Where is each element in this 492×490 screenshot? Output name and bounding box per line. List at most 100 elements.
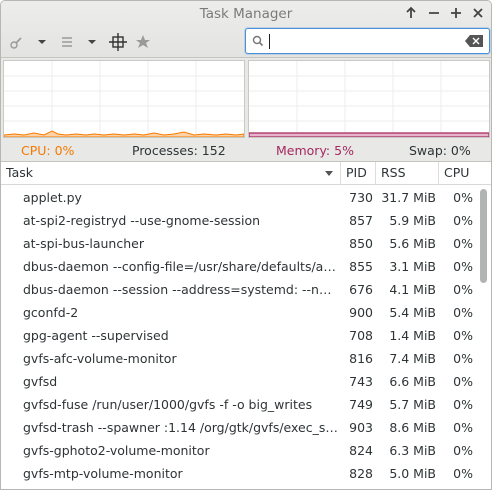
task-rss: 8.6 MiB — [389, 420, 436, 435]
search-icon — [252, 35, 264, 47]
table-row[interactable]: gvfsd-fuse /run/user/1000/gvfs -f -o big… — [1, 393, 479, 416]
table-row[interactable]: at-spi2-registryd --use-gnome-session 85… — [1, 209, 479, 232]
table-row[interactable]: dbus-daemon --session --address=systemd:… — [1, 278, 479, 301]
process-count-label: Processes: 152 — [132, 143, 226, 158]
task-rss: 1.4 MiB — [389, 328, 436, 343]
cpu-graph — [3, 60, 245, 138]
process-table: Task PID RSS CPU applet.py 730 31.7 MiB … — [1, 161, 491, 489]
keep-above-button[interactable] — [403, 5, 419, 21]
usage-graphs — [1, 58, 491, 140]
task-name: gvfs-afc-volume-monitor — [23, 351, 177, 366]
task-rss: 5.9 MiB — [389, 213, 436, 228]
memory-graph — [248, 60, 490, 138]
list-icon — [62, 37, 72, 47]
maximize-button[interactable] — [448, 5, 464, 21]
close-button[interactable] — [470, 5, 486, 21]
table-row[interactable]: applet.py 730 31.7 MiB 0% — [1, 186, 479, 209]
table-row[interactable]: gvfs-gphoto2-volume-monitor 824 6.3 MiB … — [1, 439, 479, 462]
task-rss: 4.1 MiB — [389, 282, 436, 297]
minimize-icon — [429, 12, 439, 14]
task-name: gvfsd-fuse /run/user/1000/gvfs -f -o big… — [23, 397, 313, 412]
table-row[interactable]: at-spi-bus-launcher 850 5.6 MiB 0% — [1, 232, 479, 255]
chevron-down-icon — [38, 40, 46, 44]
task-rss: 5.7 MiB — [389, 397, 436, 412]
task-manager-window: Task Manager CPU: 0% Processes: 152 Memo… — [0, 0, 492, 490]
swap-usage-label: Swap: 0% — [409, 143, 471, 158]
arrow-up-icon — [406, 6, 416, 18]
vertical-scrollbar[interactable] — [480, 189, 487, 283]
memory-graph-plot — [249, 61, 489, 137]
column-header-task[interactable]: Task — [1, 162, 341, 185]
task-name: gvfs-mtp-volume-monitor — [23, 466, 183, 481]
close-icon — [473, 8, 483, 18]
table-row[interactable]: gvfs-mtp-volume-monitor 828 5.0 MiB 0% — [1, 462, 479, 485]
memory-usage-label: Memory: 5% — [276, 143, 354, 158]
cpu-usage-label: CPU: 0% — [21, 143, 75, 158]
task-pid: 730 — [349, 190, 373, 205]
task-rss: 31.7 MiB — [381, 190, 436, 205]
text-cursor — [269, 34, 270, 49]
favorite-button[interactable] — [133, 32, 153, 52]
crosshair-icon — [109, 33, 127, 51]
task-rss: 5.6 MiB — [389, 236, 436, 251]
column-header-pid[interactable]: PID — [341, 162, 376, 185]
clear-icon[interactable] — [464, 34, 484, 48]
signal-menu-button[interactable] — [32, 32, 52, 52]
table-row[interactable]: gvfsd-trash --spawner :1.14 /org/gtk/gvf… — [1, 416, 479, 439]
task-name: gvfsd-trash --spawner :1.14 /org/gtk/gvf… — [23, 420, 338, 435]
table-row[interactable]: gpg-agent --supervised 708 1.4 MiB 0% — [1, 324, 479, 347]
task-rss: 7.4 MiB — [389, 351, 436, 366]
task-pid: 900 — [349, 305, 373, 320]
kill-process-button[interactable] — [7, 32, 27, 52]
task-name: at-spi2-registryd --use-gnome-session — [23, 213, 261, 228]
header-bar: Task Manager — [1, 1, 491, 58]
task-name: gvfsd — [23, 374, 58, 389]
cpu-graph-plot — [4, 61, 244, 137]
chevron-down-icon — [88, 40, 96, 44]
table-row[interactable]: dbus-daemon --config-file=/usr/share/def… — [1, 255, 479, 278]
task-cpu: 0% — [453, 397, 473, 412]
task-cpu: 0% — [453, 443, 473, 458]
crosshair-button[interactable] — [108, 32, 128, 52]
table-row[interactable]: gvfs-afc-volume-monitor 816 7.4 MiB 0% — [1, 347, 479, 370]
table-row[interactable]: gconfd-2 900 5.4 MiB 0% — [1, 301, 479, 324]
task-cpu: 0% — [453, 351, 473, 366]
minimize-button[interactable] — [426, 5, 442, 21]
column-header-cpu[interactable]: CPU — [439, 162, 479, 185]
task-cpu: 0% — [453, 282, 473, 297]
column-header-cpu-label: CPU — [444, 165, 470, 180]
view-dropdown-button[interactable] — [82, 32, 102, 52]
column-header-rss-label: RSS — [381, 165, 406, 180]
table-row[interactable]: gvfsd 743 6.6 MiB 0% — [1, 370, 479, 393]
task-name: gpg-agent --supervised — [23, 328, 169, 343]
task-pid: 708 — [349, 328, 373, 343]
task-cpu: 0% — [453, 374, 473, 389]
task-pid: 850 — [349, 236, 373, 251]
task-pid: 828 — [349, 466, 373, 481]
task-rss: 6.3 MiB — [389, 443, 436, 458]
task-name: applet.py — [23, 190, 82, 205]
column-header-task-label: Task — [6, 165, 33, 180]
task-cpu: 0% — [453, 328, 473, 343]
task-pid: 824 — [349, 443, 373, 458]
maximize-icon — [451, 8, 461, 18]
task-pid: 743 — [349, 374, 373, 389]
task-cpu: 0% — [453, 236, 473, 251]
view-menu-button[interactable] — [57, 32, 77, 52]
search-field[interactable] — [245, 28, 490, 54]
task-cpu: 0% — [453, 259, 473, 274]
task-rss: 3.1 MiB — [389, 259, 436, 274]
task-cpu: 0% — [453, 213, 473, 228]
task-cpu: 0% — [453, 466, 473, 481]
sort-descending-icon — [325, 171, 333, 176]
table-body: applet.py 730 31.7 MiB 0% at-spi2-regist… — [1, 186, 479, 485]
column-header-pid-label: PID — [346, 165, 367, 180]
task-cpu: 0% — [453, 305, 473, 320]
star-icon — [136, 35, 150, 48]
task-rss: 5.4 MiB — [389, 305, 436, 320]
task-name: at-spi-bus-launcher — [23, 236, 144, 251]
column-header-rss[interactable]: RSS — [376, 162, 439, 185]
task-name: gconfd-2 — [23, 305, 79, 320]
task-pid: 857 — [349, 213, 373, 228]
task-pid: 855 — [349, 259, 373, 274]
